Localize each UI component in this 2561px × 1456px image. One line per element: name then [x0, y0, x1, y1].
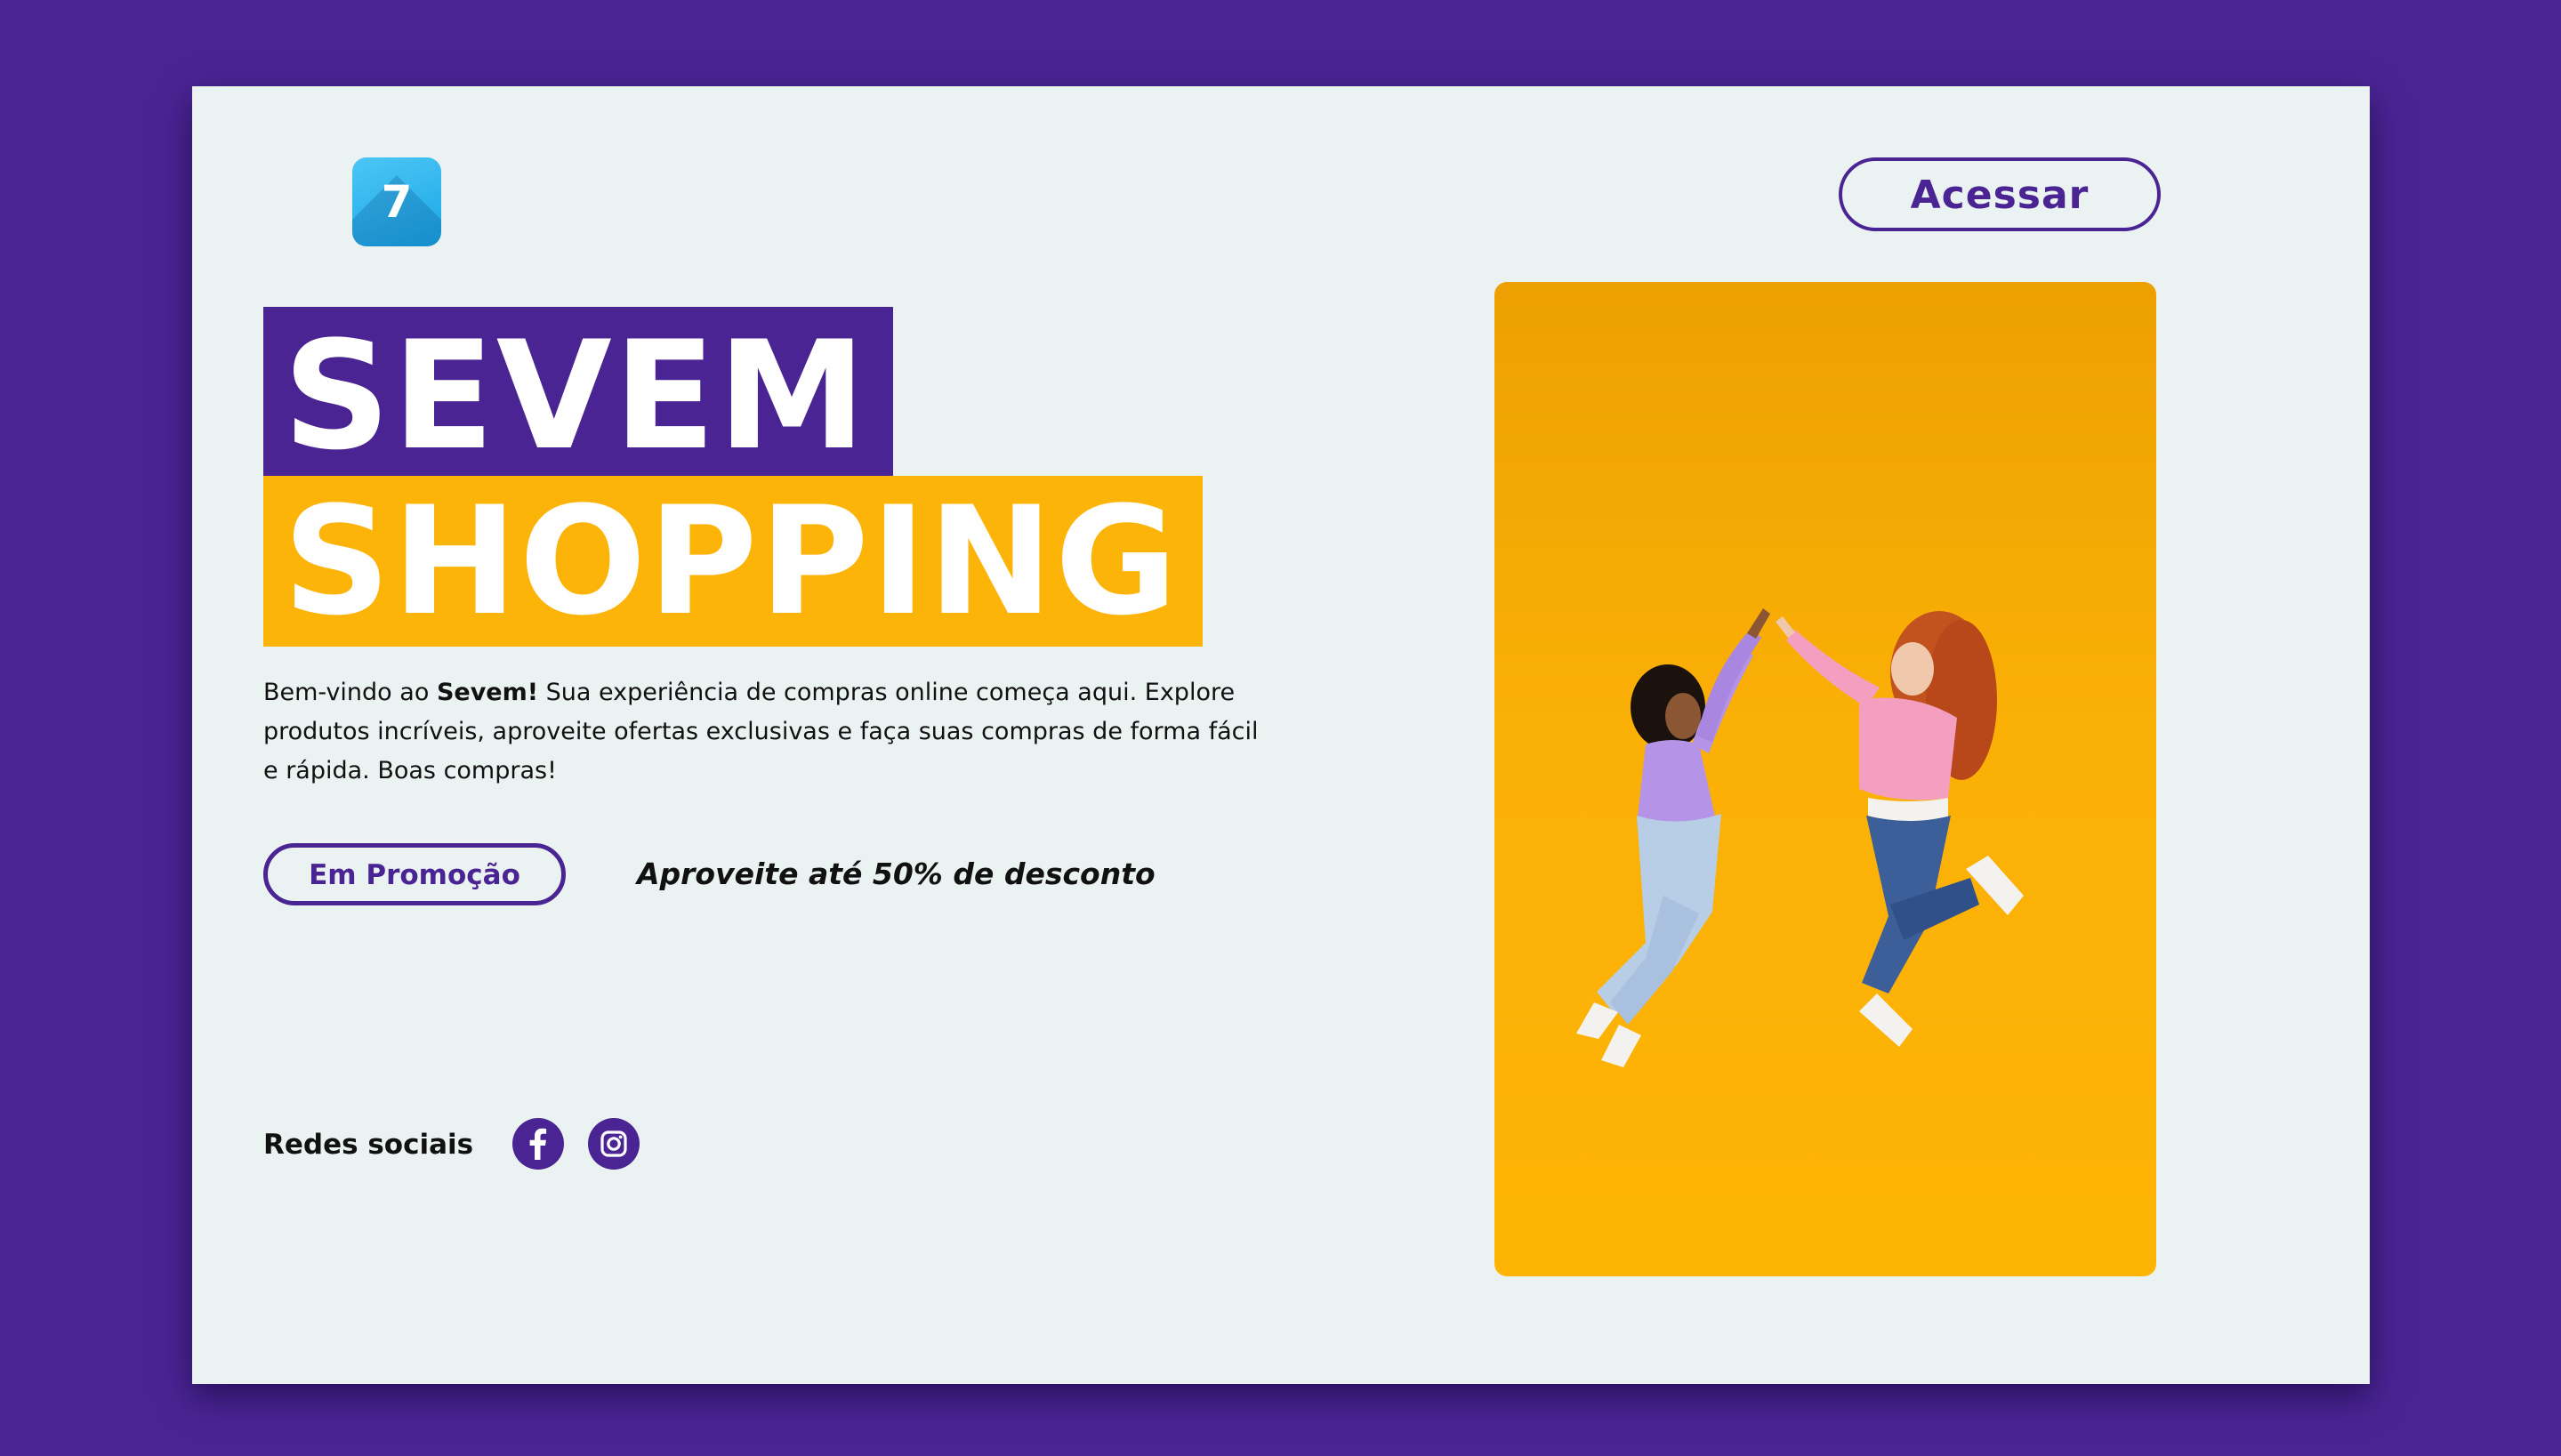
promo-button[interactable]: Em Promoção	[263, 843, 566, 905]
title-line-1: SEVEM	[263, 307, 893, 483]
logo-text: 7	[381, 176, 413, 228]
logo[interactable]: 7	[352, 157, 441, 246]
instagram-icon[interactable]	[588, 1118, 640, 1170]
welcome-brand: Sevem!	[436, 679, 539, 706]
welcome-prefix: Bem-vindo ao	[263, 679, 437, 706]
discount-text: Aproveite até 50% de desconto	[637, 857, 1156, 891]
landing-card: 7 Acessar SEVEM SHOPPING Bem-vindo ao Se…	[192, 86, 2370, 1384]
jumping-women-illustration	[1576, 608, 2024, 1067]
login-button[interactable]: Acessar	[1839, 157, 2161, 231]
welcome-text: Bem-vindo ao Sevem! Sua experiência de c…	[263, 673, 1268, 791]
title-line-2: SHOPPING	[263, 476, 1203, 647]
social-label: Redes sociais	[263, 1129, 474, 1161]
facebook-icon[interactable]	[512, 1118, 564, 1170]
woman-left	[1576, 608, 1770, 1067]
woman-right	[1776, 611, 2024, 1047]
hero-image	[1494, 282, 2156, 1276]
